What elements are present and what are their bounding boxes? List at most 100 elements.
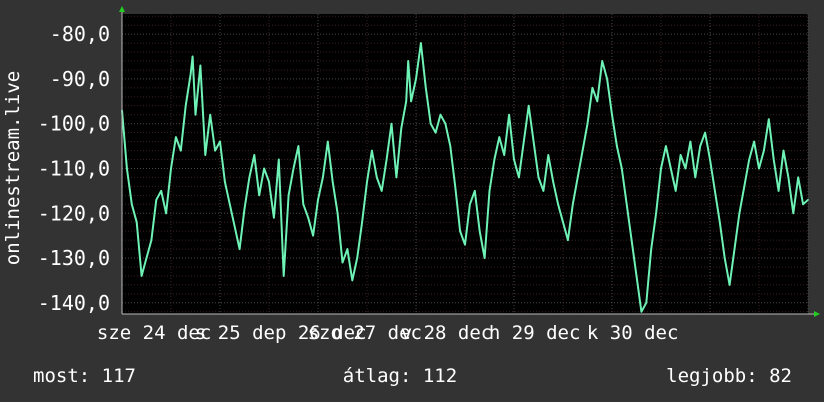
- data-point: [508, 113, 510, 116]
- data-point: [714, 190, 716, 192]
- x-tick-label: h 29 dec: [489, 322, 581, 344]
- data-point: [689, 140, 692, 143]
- data-point: [165, 212, 167, 215]
- data-point: [253, 154, 256, 156]
- data-point: [385, 158, 388, 161]
- stat-average: átlag: 112: [343, 365, 457, 387]
- data-point: [376, 176, 378, 179]
- data-point: [219, 140, 221, 143]
- data-point: [248, 176, 251, 179]
- data-point: [371, 149, 373, 152]
- data-point: [464, 243, 466, 246]
- data-point: [204, 154, 207, 156]
- data-point: [655, 212, 657, 215]
- data-point: [258, 194, 261, 197]
- data-point: [542, 190, 545, 192]
- data-point: [263, 167, 265, 170]
- data-point: [665, 145, 667, 147]
- data-point: [576, 176, 579, 179]
- data-point: [268, 181, 270, 183]
- data-point: [395, 176, 398, 179]
- data-point: [297, 145, 300, 147]
- data-point: [327, 140, 329, 143]
- data-point: [704, 131, 706, 134]
- data-point: [758, 167, 760, 170]
- data-point: [753, 140, 755, 143]
- y-tick-label: -80,0: [50, 22, 110, 46]
- data-point: [723, 257, 726, 259]
- data-point: [787, 176, 790, 179]
- data-point: [429, 122, 432, 125]
- data-point: [513, 158, 515, 161]
- data-point: [586, 122, 589, 125]
- data-point: [709, 158, 711, 161]
- data-point: [322, 176, 324, 179]
- data-point: [425, 87, 427, 89]
- data-point: [503, 154, 506, 156]
- data-point: [645, 302, 648, 304]
- data-point: [341, 261, 344, 264]
- data-point: [224, 181, 226, 183]
- data-point: [782, 149, 785, 152]
- data-point: [415, 78, 417, 80]
- data-point: [557, 203, 559, 206]
- data-point: [616, 145, 618, 147]
- data-point: [420, 42, 422, 44]
- y-tick-label: -120,0: [38, 201, 110, 225]
- data-point: [474, 190, 476, 192]
- data-point: [650, 248, 652, 250]
- y-tick-label: -100,0: [38, 112, 110, 136]
- data-point: [209, 113, 211, 116]
- data-point: [459, 230, 461, 232]
- data-point: [194, 113, 197, 116]
- data-point: [674, 190, 677, 192]
- data-point: [405, 100, 408, 103]
- data-point: [772, 158, 775, 161]
- data-point: [449, 145, 452, 147]
- data-point: [444, 122, 447, 125]
- data-point: [469, 203, 471, 206]
- data-point: [175, 136, 177, 138]
- data-point: [351, 279, 354, 282]
- data-point: [738, 212, 741, 215]
- data-point: [684, 167, 687, 170]
- y-axis-label: onlinestream.live: [2, 71, 24, 265]
- data-point: [537, 176, 540, 179]
- chart-canvas: -80,0 -90,0 -100,0 -110,0 -120,0 -130,0 -140,0…: [0, 0, 824, 402]
- data-point: [572, 203, 574, 206]
- data-point: [567, 239, 569, 241]
- data-point: [552, 181, 554, 183]
- data-point: [380, 190, 383, 192]
- y-tick-label: -140,0: [38, 291, 110, 315]
- data-point: [407, 60, 410, 62]
- data-point: [768, 118, 770, 120]
- data-point: [214, 149, 216, 152]
- data-point: [229, 203, 231, 206]
- stat-current: most: 117: [33, 365, 136, 387]
- data-point: [807, 199, 809, 201]
- data-point: [621, 167, 623, 170]
- data-point: [366, 181, 368, 183]
- data-point: [150, 239, 153, 241]
- data-point: [434, 131, 437, 134]
- data-point: [488, 190, 491, 192]
- data-point: [694, 176, 697, 179]
- data-point: [606, 78, 608, 80]
- data-point: [439, 113, 442, 116]
- data-point: [287, 194, 290, 197]
- y-tick-label: -110,0: [38, 156, 110, 180]
- data-point: [278, 158, 280, 161]
- data-point: [390, 122, 393, 125]
- data-point: [493, 158, 496, 161]
- data-point: [625, 203, 628, 206]
- data-point: [733, 248, 736, 250]
- data-point: [302, 203, 305, 206]
- data-point: [532, 140, 535, 143]
- data-point: [180, 149, 182, 152]
- y-tick-label: -130,0: [38, 246, 110, 270]
- data-point: [191, 55, 194, 58]
- data-point: [581, 149, 584, 152]
- data-point: [454, 185, 457, 188]
- data-point: [410, 100, 412, 103]
- x-axis-ticks: sze 24 decs 25 dep 26 decszo 27 decv 28 …: [97, 322, 679, 344]
